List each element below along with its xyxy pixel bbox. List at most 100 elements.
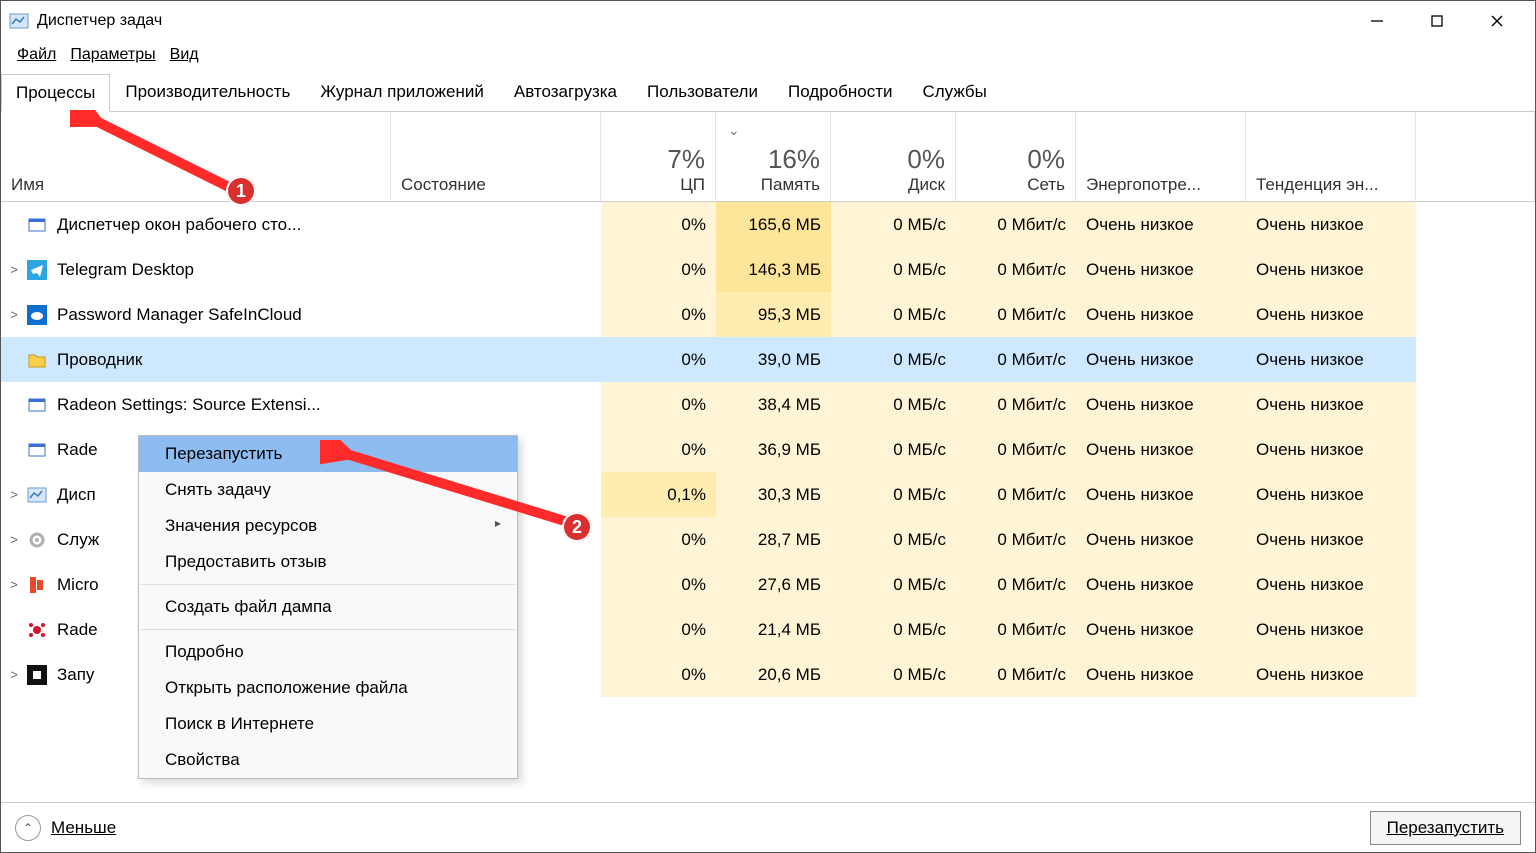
cell-net: 0 Мбит/с xyxy=(956,247,1076,292)
cell-disk: 0 МБ/с xyxy=(831,337,956,382)
expand-toggle[interactable]: > xyxy=(5,667,23,682)
app-icon xyxy=(9,11,29,31)
close-button[interactable] xyxy=(1467,1,1527,41)
table-row[interactable]: > Telegram Desktop 0% 146,3 МБ 0 МБ/с 0 … xyxy=(1,247,1535,292)
process-name: Диспетчер окон рабочего сто... xyxy=(57,215,301,235)
cell-cpu: 0% xyxy=(601,247,716,292)
table-row[interactable]: Диспетчер окон рабочего сто... 0% 165,6 … xyxy=(1,202,1535,247)
process-name: Запу xyxy=(57,665,94,685)
col-net[interactable]: 0%Сеть xyxy=(956,112,1076,201)
tab-4[interactable]: Пользователи xyxy=(632,73,773,111)
cell-mem: 39,0 МБ xyxy=(716,337,831,382)
tab-6[interactable]: Службы xyxy=(907,73,1001,111)
col-status[interactable]: Состояние xyxy=(391,112,601,201)
cell-cpu: 0% xyxy=(601,517,716,562)
minimize-button[interactable] xyxy=(1347,1,1407,41)
cell-mem: 21,4 МБ xyxy=(716,607,831,652)
restart-button[interactable]: Перезапустить xyxy=(1370,811,1521,845)
fewer-details-button[interactable]: ⌃ Меньше xyxy=(15,815,116,841)
tab-0[interactable]: Процессы xyxy=(1,74,110,112)
table-row[interactable]: Radeon Settings: Source Extensi... 0% 38… xyxy=(1,382,1535,427)
cell-disk: 0 МБ/с xyxy=(831,247,956,292)
titlebar: Диспетчер задач xyxy=(1,1,1535,41)
process-name: Служ xyxy=(57,530,99,550)
cell-mem: 28,7 МБ xyxy=(716,517,831,562)
context-menu-item[interactable]: Открыть расположение файла xyxy=(139,670,517,706)
cell-power: Очень низкое xyxy=(1076,427,1246,472)
expand-toggle[interactable]: > xyxy=(5,487,23,502)
expand-toggle[interactable]: > xyxy=(5,577,23,592)
cell-power: Очень низкое xyxy=(1076,292,1246,337)
col-mem[interactable]: ⌄16%Память xyxy=(716,112,831,201)
cell-trend: Очень низкое xyxy=(1246,652,1416,697)
cell-mem: 95,3 МБ xyxy=(716,292,831,337)
cell-net: 0 Мбит/с xyxy=(956,337,1076,382)
expand-toggle[interactable]: > xyxy=(5,307,23,322)
statusbar: ⌃ Меньше Перезапустить xyxy=(1,802,1535,852)
cell-power: Очень низкое xyxy=(1076,562,1246,607)
context-menu-item[interactable]: Создать файл дампа xyxy=(139,589,517,625)
cell-cpu: 0% xyxy=(601,202,716,247)
cell-disk: 0 МБ/с xyxy=(831,607,956,652)
cell-net: 0 Мбит/с xyxy=(956,652,1076,697)
explorer-icon xyxy=(27,350,47,370)
menu-options[interactable]: Параметры xyxy=(64,44,161,66)
context-menu-item[interactable]: Свойства xyxy=(139,742,517,778)
cell-cpu: 0% xyxy=(601,292,716,337)
expand-toggle[interactable]: > xyxy=(5,532,23,547)
table-row[interactable]: > Password Manager SafeInCloud 0% 95,3 М… xyxy=(1,292,1535,337)
window-icon xyxy=(27,215,47,235)
cell-power: Очень низкое xyxy=(1076,337,1246,382)
cell-disk: 0 МБ/с xyxy=(831,292,956,337)
tab-3[interactable]: Автозагрузка xyxy=(499,73,632,111)
cell-disk: 0 МБ/с xyxy=(831,472,956,517)
cell-power: Очень низкое xyxy=(1076,517,1246,562)
expand-toggle[interactable]: > xyxy=(5,262,23,277)
cell-mem: 27,6 МБ xyxy=(716,562,831,607)
cell-cpu: 0% xyxy=(601,337,716,382)
cell-disk: 0 МБ/с xyxy=(831,427,956,472)
tab-1[interactable]: Производительность xyxy=(110,73,305,111)
radeon-icon xyxy=(27,620,47,640)
window-title: Диспетчер задач xyxy=(37,12,1347,30)
tab-2[interactable]: Журнал приложений xyxy=(305,73,499,111)
col-disk[interactable]: 0%Диск xyxy=(831,112,956,201)
cell-mem: 36,9 МБ xyxy=(716,427,831,472)
process-name: Password Manager SafeInCloud xyxy=(57,305,302,325)
cell-trend: Очень низкое xyxy=(1246,382,1416,427)
gear-icon xyxy=(27,530,47,550)
cell-trend: Очень низкое xyxy=(1246,247,1416,292)
context-menu-item[interactable]: Подробно xyxy=(139,634,517,670)
cell-mem: 165,6 МБ xyxy=(716,202,831,247)
cell-trend: Очень низкое xyxy=(1246,337,1416,382)
tab-5[interactable]: Подробности xyxy=(773,73,908,111)
cell-trend: Очень низкое xyxy=(1246,427,1416,472)
annotation-arrow-1 xyxy=(70,110,250,200)
menu-view[interactable]: Вид xyxy=(164,44,205,66)
cell-net: 0 Мбит/с xyxy=(956,472,1076,517)
cell-power: Очень низкое xyxy=(1076,607,1246,652)
maximize-button[interactable] xyxy=(1407,1,1467,41)
cell-cpu: 0% xyxy=(601,607,716,652)
process-name: Telegram Desktop xyxy=(57,260,194,280)
context-menu-item[interactable]: Поиск в Интернете xyxy=(139,706,517,742)
col-power[interactable]: Энергопотре... xyxy=(1076,112,1246,201)
cell-mem: 38,4 МБ xyxy=(716,382,831,427)
process-name: Rade xyxy=(57,440,98,460)
cell-power: Очень низкое xyxy=(1076,472,1246,517)
cell-net: 0 Мбит/с xyxy=(956,427,1076,472)
cell-power: Очень низкое xyxy=(1076,382,1246,427)
annotation-badge-2: 2 xyxy=(562,512,592,542)
col-trend[interactable]: Тенденция эн... xyxy=(1246,112,1416,201)
cell-trend: Очень низкое xyxy=(1246,472,1416,517)
cell-power: Очень низкое xyxy=(1076,202,1246,247)
black-icon xyxy=(27,665,47,685)
menu-file[interactable]: Файл xyxy=(11,44,62,66)
cell-power: Очень низкое xyxy=(1076,247,1246,292)
cell-power: Очень низкое xyxy=(1076,652,1246,697)
table-row[interactable]: Проводник 0% 39,0 МБ 0 МБ/с 0 Мбит/с Оче… xyxy=(1,337,1535,382)
cell-trend: Очень низкое xyxy=(1246,562,1416,607)
context-menu-item[interactable]: Предоставить отзыв xyxy=(139,544,517,580)
col-cpu[interactable]: 7%ЦП xyxy=(601,112,716,201)
window-icon xyxy=(27,395,47,415)
